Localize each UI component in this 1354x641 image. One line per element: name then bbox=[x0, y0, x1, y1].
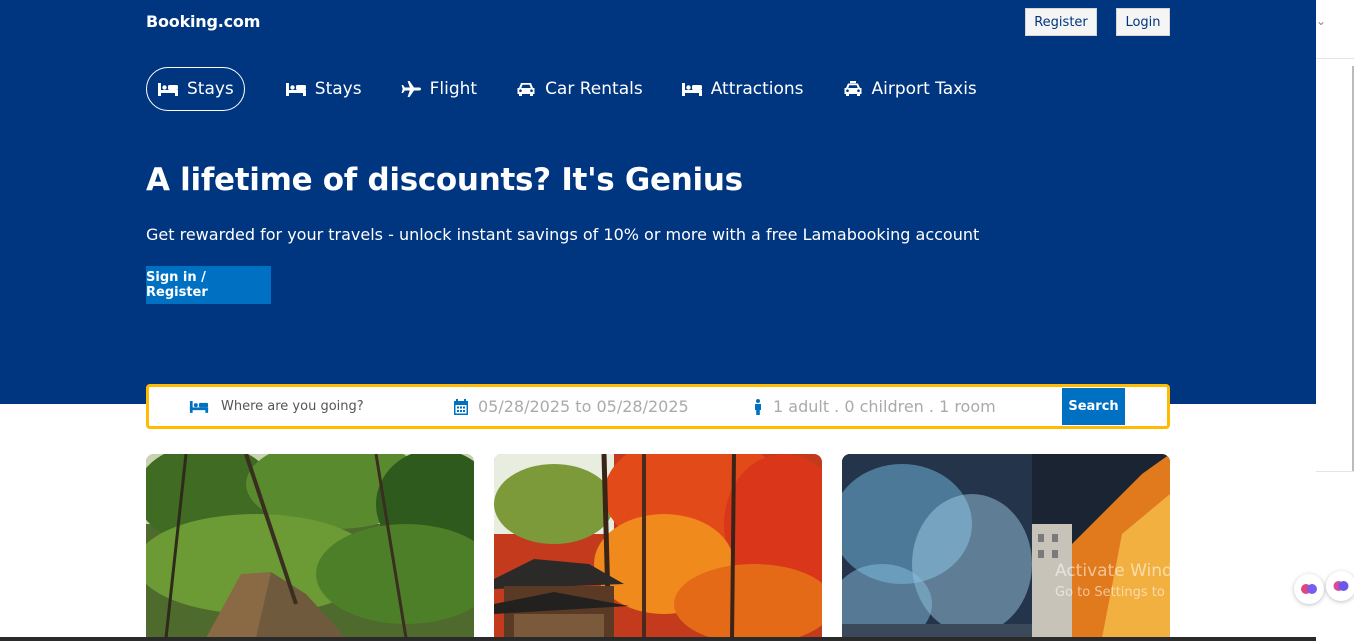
tab-stays[interactable]: Stays bbox=[285, 67, 362, 111]
tab-flight[interactable]: Flight bbox=[400, 67, 477, 111]
tab-car-rentals[interactable]: Car Rentals bbox=[515, 67, 643, 111]
autumn-temple-image bbox=[494, 454, 822, 638]
brain-assistant-icon[interactable] bbox=[1326, 571, 1354, 601]
bed-icon bbox=[285, 81, 307, 97]
tab-attractions[interactable]: Attractions bbox=[681, 67, 804, 111]
plane-icon bbox=[400, 81, 422, 97]
destination-input[interactable] bbox=[219, 398, 423, 415]
browser-extension-icon[interactable] bbox=[1294, 574, 1324, 604]
tab-label: Car Rentals bbox=[545, 79, 643, 99]
tab-label: Attractions bbox=[710, 79, 804, 99]
activate-windows-title: Activate Windows bbox=[1055, 561, 1206, 581]
date-field[interactable]: 05/28/2025 to 05/28/2025 bbox=[454, 387, 689, 426]
register-button[interactable]: Register bbox=[1025, 8, 1097, 36]
car-icon bbox=[515, 81, 537, 97]
calendar-icon bbox=[454, 398, 468, 415]
forest-image bbox=[146, 454, 474, 638]
bed-icon bbox=[681, 81, 703, 97]
featured-card-autumn[interactable] bbox=[494, 454, 822, 638]
login-button[interactable]: Login bbox=[1116, 8, 1170, 36]
side-panel bbox=[1316, 0, 1354, 641]
city-lights-image bbox=[842, 454, 1170, 638]
search-button[interactable]: Search bbox=[1062, 388, 1125, 425]
destination-field[interactable] bbox=[189, 387, 423, 426]
tab-label: Stays bbox=[314, 79, 362, 99]
search-bar: 05/28/2025 to 05/28/2025 1 adult . 0 chi… bbox=[146, 384, 1170, 429]
guests-text: 1 adult . 0 children . 1 room bbox=[773, 397, 996, 416]
tab-stays-active[interactable]: Stays bbox=[146, 67, 245, 111]
tab-label: Stays bbox=[187, 79, 234, 99]
guests-field[interactable]: 1 adult . 0 children . 1 room bbox=[753, 387, 996, 426]
date-range-text: 05/28/2025 to 05/28/2025 bbox=[478, 397, 689, 416]
divider bbox=[1316, 471, 1354, 472]
nav-tabs: Stays Stays Flight Car Rentals Attractio… bbox=[146, 67, 1015, 111]
tab-label: Airport Taxis bbox=[871, 79, 977, 99]
hero-subtitle: Get rewarded for your travels - unlock i… bbox=[146, 225, 980, 244]
person-icon bbox=[753, 398, 763, 415]
hero-title: A lifetime of discounts? It's Genius bbox=[146, 162, 743, 198]
taxi-icon bbox=[842, 81, 864, 97]
sign-in-register-button[interactable]: Sign in / Register bbox=[146, 266, 271, 304]
activate-windows-subtitle: Go to Settings to activate Windows. bbox=[1055, 585, 1288, 600]
bed-icon bbox=[189, 399, 209, 414]
taskbar-edge bbox=[0, 637, 1316, 641]
hero-banner: Booking.com Register Login Stays Stays F… bbox=[0, 0, 1316, 404]
tab-label: Flight bbox=[429, 79, 478, 99]
featured-card-forest[interactable] bbox=[146, 454, 474, 638]
chevron-down-icon[interactable]: ⌄ bbox=[1316, 14, 1326, 28]
divider bbox=[1316, 58, 1354, 59]
featured-card-city-lights[interactable] bbox=[842, 454, 1170, 638]
tab-airport-taxis[interactable]: Airport Taxis bbox=[842, 67, 977, 111]
logo[interactable]: Booking.com bbox=[146, 12, 260, 31]
bed-icon bbox=[157, 81, 179, 97]
